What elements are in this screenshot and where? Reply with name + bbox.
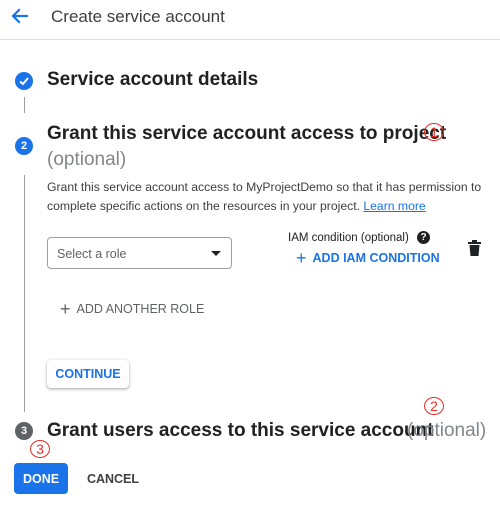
- step-3-optional: (optional): [407, 420, 487, 441]
- back-arrow-icon[interactable]: [10, 6, 30, 26]
- checkmark-icon: [19, 77, 29, 86]
- step-2-title: Grant this service account access to pro…: [47, 123, 447, 144]
- step-2-optional: (optional): [47, 149, 127, 170]
- step-2-number: 2: [15, 137, 33, 155]
- add-iam-condition-label: ADD IAM CONDITION: [312, 251, 440, 265]
- header-bar: Create service account: [0, 0, 500, 40]
- add-iam-condition-button[interactable]: + ADD IAM CONDITION: [296, 248, 440, 268]
- delete-icon[interactable]: [468, 240, 481, 256]
- dropdown-arrow-icon: [211, 251, 221, 256]
- step-1-title[interactable]: Service account details: [47, 69, 258, 91]
- annotation-marker-2: 2: [424, 397, 444, 415]
- step-connector: [24, 175, 25, 412]
- step-1-complete-icon: [15, 72, 33, 90]
- help-icon[interactable]: ?: [417, 231, 430, 244]
- plus-icon: +: [60, 299, 71, 319]
- continue-button[interactable]: CONTINUE: [47, 360, 129, 388]
- annotation-marker-1: 1: [424, 123, 444, 141]
- learn-more-link[interactable]: Learn more: [363, 199, 425, 213]
- step-connector: [24, 97, 25, 113]
- add-another-role-label: ADD ANOTHER ROLE: [76, 302, 205, 316]
- step-3-title[interactable]: Grant users access to this service accou…: [47, 420, 434, 442]
- annotation-marker-3: 3: [30, 440, 50, 458]
- step-3-number: 3: [15, 422, 33, 440]
- cancel-button[interactable]: CANCEL: [82, 463, 144, 494]
- done-button[interactable]: DONE: [14, 463, 68, 494]
- step-2-description: Grant this service account access to MyP…: [47, 178, 492, 216]
- add-another-role-button[interactable]: + ADD ANOTHER ROLE: [60, 299, 205, 319]
- page-title: Create service account: [51, 7, 225, 26]
- iam-condition-label: IAM condition (optional): [288, 232, 409, 244]
- role-select[interactable]: Select a role: [47, 237, 232, 269]
- plus-icon: +: [296, 248, 307, 268]
- role-select-placeholder: Select a role: [57, 247, 127, 261]
